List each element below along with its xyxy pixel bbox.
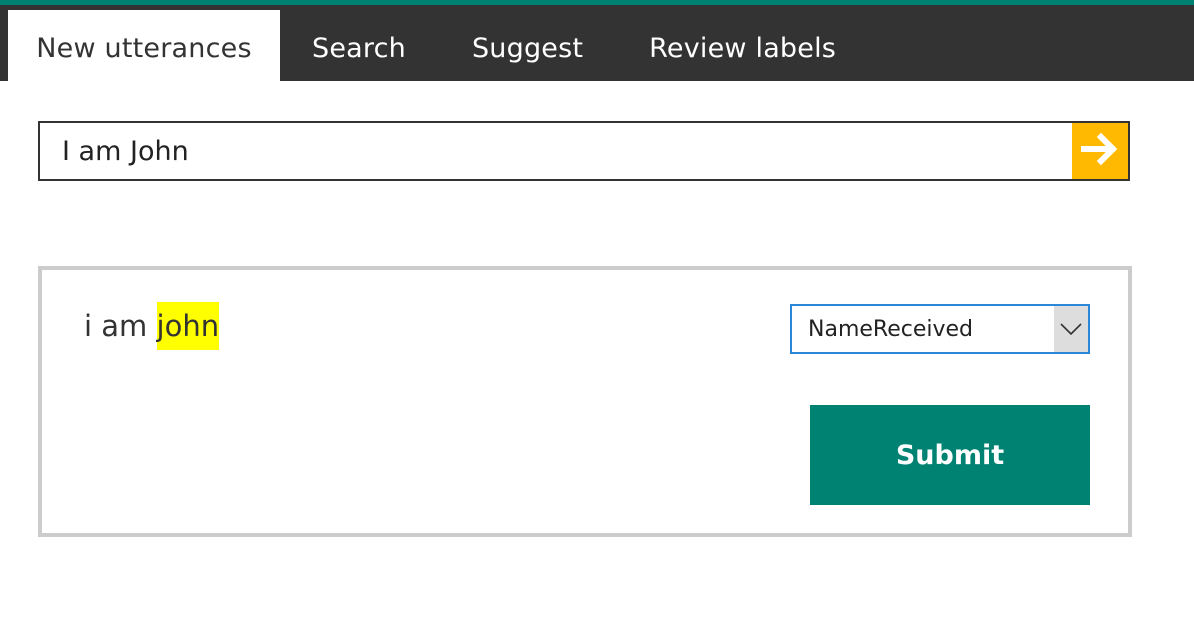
- entity-highlight[interactable]: john: [156, 302, 220, 350]
- tab-search[interactable]: Search: [280, 10, 439, 86]
- labeled-utterance: i am john: [84, 302, 220, 350]
- utterance-input-row: [38, 121, 1130, 181]
- submit-button[interactable]: Submit: [810, 405, 1090, 505]
- tab-suggest[interactable]: Suggest: [439, 10, 616, 86]
- utterance-text: i am: [84, 309, 157, 343]
- chevron-down-icon[interactable]: [1054, 306, 1088, 352]
- arrow-right-icon: [1080, 132, 1120, 170]
- utterance-input[interactable]: [40, 123, 1072, 179]
- tab-review-labels[interactable]: Review labels: [616, 10, 869, 86]
- utterance-result-card: i am john NameReceived Submit: [38, 266, 1132, 537]
- submit-utterance-button[interactable]: [1072, 123, 1128, 179]
- tab-new-utterances[interactable]: New utterances: [8, 10, 280, 86]
- intent-selected-value: NameReceived: [808, 316, 973, 342]
- tab-list: New utterances Search Suggest Review lab…: [8, 10, 869, 86]
- intent-dropdown[interactable]: NameReceived: [790, 304, 1090, 354]
- top-nav-bar: New utterances Search Suggest Review lab…: [0, 0, 1194, 86]
